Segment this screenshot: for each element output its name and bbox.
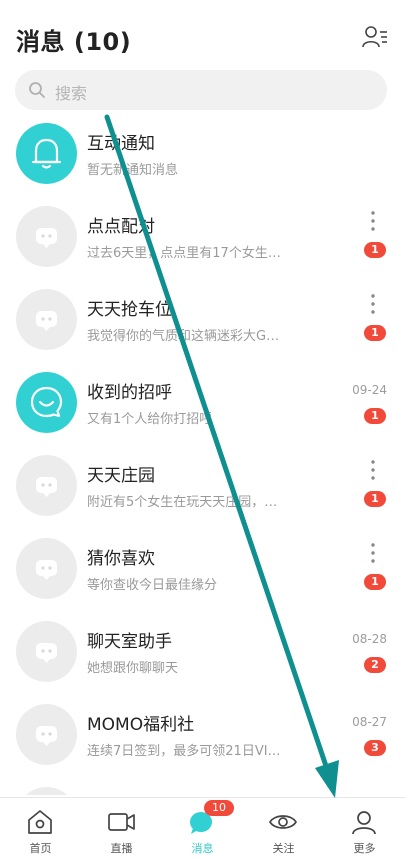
conversation-name: 点点配对 xyxy=(87,217,155,237)
tab-label: 关注 xyxy=(272,842,295,855)
list-item[interactable]: 天天庄园 附近有5个女生在玩天天庄园，… 1 xyxy=(0,445,405,528)
smile-bubble-icon xyxy=(16,372,77,433)
unread-badge: 10 xyxy=(204,800,234,816)
conversation-preview: 我觉得你的气质和这辆迷彩大G… xyxy=(87,329,280,344)
conversation-name: 聊天室助手 xyxy=(87,632,172,652)
conversation-name: 互动通知 xyxy=(87,134,155,154)
chat-placeholder-icon xyxy=(16,621,77,682)
conversation-name: 猜你喜欢 xyxy=(87,549,155,569)
conversation-preview: 她想跟你聊聊天 xyxy=(87,661,179,676)
tab-home[interactable]: 首页 xyxy=(0,798,81,862)
conversation-name: 天天庄园 xyxy=(87,466,155,486)
tab-messages[interactable]: 10 消息 xyxy=(162,798,243,862)
list-item[interactable]: 互动通知 暂无新通知消息 xyxy=(0,113,405,196)
search-icon xyxy=(28,81,46,99)
tab-more[interactable]: 更多 xyxy=(324,798,405,862)
profile-icon xyxy=(352,811,376,835)
chat-placeholder-icon xyxy=(16,455,77,516)
tab-label: 直播 xyxy=(110,842,133,855)
conversation-name: MOMO福利社 xyxy=(87,715,195,735)
conversation-preview: 又有1个人给你打招呼 xyxy=(87,412,213,427)
chat-placeholder-icon xyxy=(16,289,77,350)
conversation-name: 收到的招呼 xyxy=(87,383,172,403)
list-item[interactable]: 天天抢车位 我觉得你的气质和这辆迷彩大G… 1 xyxy=(0,279,405,362)
unread-badge: 1 xyxy=(364,325,386,341)
conversation-time: 08-27 xyxy=(352,715,387,729)
conversation-preview: 过去6天里，点点里有17个女生… xyxy=(87,246,281,261)
unread-badge: 3 xyxy=(364,740,386,756)
list-item[interactable]: MOMO福利社 连续7日签到，最多可领21日VI… 08-27 3 xyxy=(0,694,405,777)
more-options-icon[interactable] xyxy=(366,293,380,315)
list-item[interactable]: 猜你喜欢 等你查收今日最佳缘分 1 xyxy=(0,528,405,611)
list-item[interactable]: 收到的招呼 又有1个人给你打招呼 09-24 1 xyxy=(0,362,405,445)
tab-following[interactable]: 关注 xyxy=(243,798,324,862)
video-camera-icon xyxy=(108,813,135,831)
bottom-tab-bar: 首页 直播 10 消息 关注 更多 xyxy=(0,797,405,862)
conversation-time: 08-28 xyxy=(352,632,387,646)
conversation-time: 09-24 xyxy=(352,383,387,397)
conversation-preview: 附近有5个女生在玩天天庄园，… xyxy=(87,495,278,510)
tab-label: 首页 xyxy=(29,842,52,855)
conversation-name: 天天抢车位 xyxy=(87,300,172,320)
bell-icon xyxy=(16,123,77,184)
contacts-icon[interactable] xyxy=(360,23,390,53)
eye-icon xyxy=(269,815,297,829)
unread-badge: 1 xyxy=(364,242,386,258)
conversation-preview: 暂无新通知消息 xyxy=(87,163,179,178)
unread-badge: 1 xyxy=(364,408,386,424)
tab-label: 消息 xyxy=(191,842,214,855)
search-placeholder: 搜索 xyxy=(55,84,88,103)
conversation-preview: 连续7日签到，最多可领21日VI… xyxy=(87,744,281,759)
list-item[interactable] xyxy=(0,777,405,795)
more-options-icon[interactable] xyxy=(366,542,380,564)
chat-placeholder-icon xyxy=(16,704,77,765)
unread-badge: 1 xyxy=(364,491,386,507)
conversation-preview: 等你查收今日最佳缘分 xyxy=(87,578,218,593)
tab-live[interactable]: 直播 xyxy=(81,798,162,862)
conversation-list: 互动通知 暂无新通知消息 点点配对 过去6天里，点点里有17个女生… 1 天天抢… xyxy=(0,113,405,795)
search-input[interactable]: 搜索 xyxy=(15,70,387,110)
list-item[interactable]: 聊天室助手 她想跟你聊聊天 08-28 2 xyxy=(0,611,405,694)
home-icon xyxy=(28,810,52,834)
list-item[interactable]: 点点配对 过去6天里，点点里有17个女生… 1 xyxy=(0,196,405,279)
more-options-icon[interactable] xyxy=(366,459,380,481)
page-title: 消息 (10) xyxy=(16,28,132,56)
tab-label: 更多 xyxy=(353,842,376,855)
chat-placeholder-icon xyxy=(16,787,77,795)
unread-badge: 2 xyxy=(364,657,386,673)
header: 消息 (10) xyxy=(0,0,405,70)
unread-badge: 1 xyxy=(364,574,386,590)
chat-placeholder-icon xyxy=(16,206,77,267)
more-options-icon[interactable] xyxy=(366,210,380,232)
chat-placeholder-icon xyxy=(16,538,77,599)
